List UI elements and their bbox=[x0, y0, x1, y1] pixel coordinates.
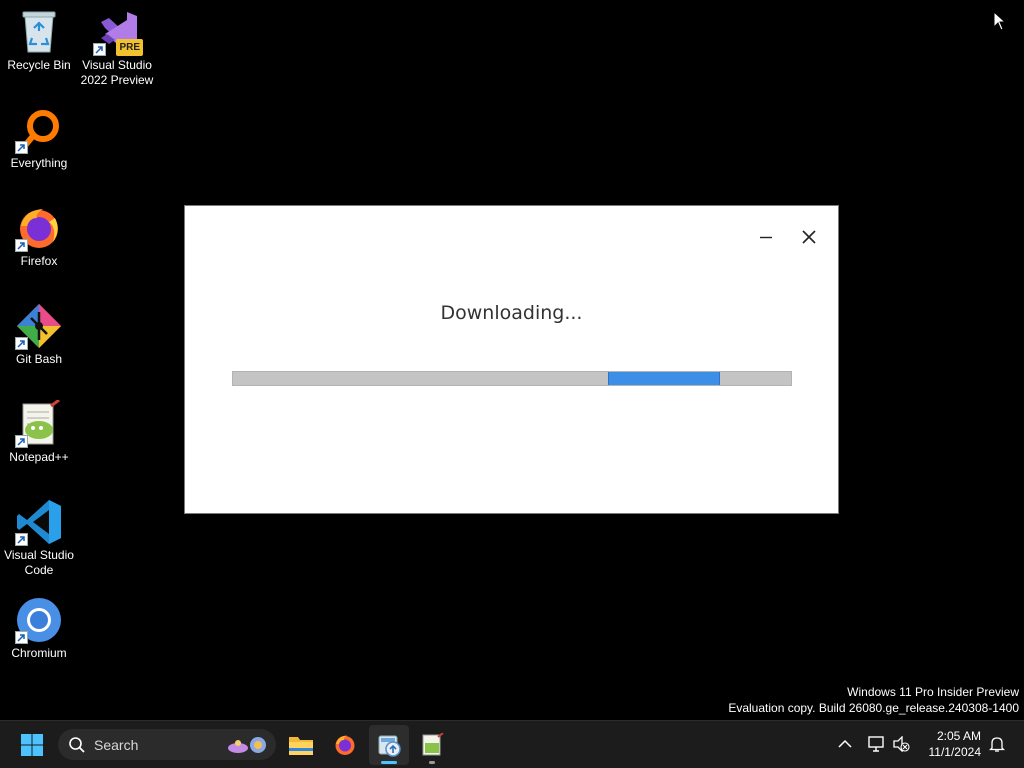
desktop-icon-firefox[interactable]: Firefox bbox=[0, 204, 78, 269]
notification-bell-icon bbox=[989, 737, 1005, 752]
windows-watermark: Windows 11 Pro Insider Preview Evaluatio… bbox=[728, 684, 1019, 716]
shortcut-arrow-icon bbox=[93, 43, 106, 56]
search-highlight-icon bbox=[228, 736, 266, 753]
volume-muted-icon bbox=[893, 736, 910, 752]
watermark-build: Evaluation copy. Build 26080.ge_release.… bbox=[728, 701, 1019, 715]
desktop-icon-recycle-bin[interactable]: Recycle Bin bbox=[0, 8, 78, 73]
running-app-indicator bbox=[429, 761, 435, 764]
windows-start-icon bbox=[21, 734, 43, 756]
desktop-icon-vscode[interactable]: Visual Studio Code bbox=[0, 498, 78, 578]
vscode-icon bbox=[15, 498, 63, 546]
desktop-icon-chromium[interactable]: Chromium bbox=[0, 596, 78, 661]
visual-studio-preview-icon: PRE bbox=[93, 8, 143, 56]
desktop-icon-notepad-plus-plus[interactable]: Notepad++ bbox=[0, 400, 78, 465]
system-clock[interactable]: 2:05 AM 11/1/2024 bbox=[929, 728, 982, 760]
desktop-icon-visual-studio-preview[interactable]: PRE Visual Studio 2022 Preview bbox=[78, 8, 156, 88]
chevron-up-icon bbox=[838, 739, 852, 748]
shortcut-arrow-icon bbox=[15, 435, 28, 448]
shortcut-arrow-icon bbox=[15, 337, 28, 350]
start-button[interactable] bbox=[12, 725, 52, 765]
volume-tray-button[interactable] bbox=[890, 733, 912, 755]
minimize-button[interactable] bbox=[749, 222, 783, 252]
network-tray-button[interactable] bbox=[865, 733, 887, 755]
taskbar-firefox[interactable] bbox=[325, 725, 365, 765]
desktop-icon-label: Git Bash bbox=[15, 352, 63, 366]
mouse-cursor-icon bbox=[993, 11, 1007, 31]
minimize-icon bbox=[760, 236, 772, 239]
shortcut-arrow-icon bbox=[15, 239, 28, 252]
download-status-text: Downloading... bbox=[440, 302, 583, 324]
network-icon bbox=[868, 736, 884, 752]
search-icon bbox=[69, 736, 85, 753]
shortcut-arrow-icon bbox=[15, 533, 28, 546]
download-progress-bar bbox=[232, 371, 792, 386]
progress-marquee-chunk bbox=[608, 372, 720, 385]
taskbar-installer-app[interactable] bbox=[369, 725, 409, 765]
close-icon bbox=[802, 230, 816, 244]
desktop-icon-label: Notepad++ bbox=[9, 450, 69, 464]
folder-icon bbox=[289, 737, 313, 755]
notification-center-button[interactable] bbox=[986, 733, 1008, 755]
desktop-icon-everything[interactable]: Everything bbox=[0, 106, 78, 171]
desktop-icon-label: Visual Studio Code bbox=[4, 548, 74, 577]
desktop-icon-label: Recycle Bin bbox=[7, 58, 71, 72]
chromium-icon bbox=[15, 596, 63, 644]
desktop-icon-label: Firefox bbox=[20, 254, 58, 268]
clock-time: 2:05 AM bbox=[936, 729, 981, 743]
taskbar: Search 2:05 AM 11/1/2024 bbox=[0, 720, 1024, 768]
taskbar-file-explorer[interactable] bbox=[281, 725, 321, 765]
desktop-icon-label: Everything bbox=[10, 156, 68, 170]
search-placeholder: Search bbox=[94, 736, 139, 753]
desktop-icon-label: Visual Studio 2022 Preview bbox=[80, 58, 154, 87]
firefox-icon bbox=[335, 735, 355, 755]
shortcut-arrow-icon bbox=[15, 141, 28, 154]
notepad-plus-plus-icon bbox=[422, 733, 444, 756]
close-button[interactable] bbox=[792, 222, 826, 252]
notepad-plus-plus-icon bbox=[15, 400, 63, 448]
taskbar-search-box[interactable]: Search bbox=[58, 729, 276, 760]
desktop: Recycle Bin PRE Visual Studio 2022 Previ… bbox=[0, 0, 1024, 720]
download-dialog: Downloading... bbox=[184, 205, 839, 514]
watermark-edition: Windows 11 Pro Insider Preview bbox=[847, 685, 1019, 699]
taskbar-notepad-plus-plus[interactable] bbox=[412, 725, 452, 765]
recycle-bin-icon bbox=[15, 8, 63, 56]
preview-badge: PRE bbox=[116, 39, 143, 56]
firefox-icon bbox=[15, 204, 63, 252]
git-bash-icon bbox=[15, 302, 63, 350]
installer-app-icon bbox=[378, 735, 401, 757]
clock-date: 11/1/2024 bbox=[928, 745, 982, 759]
active-app-indicator bbox=[381, 761, 397, 764]
show-hidden-icons-button[interactable] bbox=[834, 733, 856, 755]
shortcut-arrow-icon bbox=[15, 631, 28, 644]
everything-search-icon bbox=[15, 106, 63, 154]
desktop-icon-git-bash[interactable]: Git Bash bbox=[0, 302, 78, 367]
desktop-icon-label: Chromium bbox=[11, 646, 67, 660]
